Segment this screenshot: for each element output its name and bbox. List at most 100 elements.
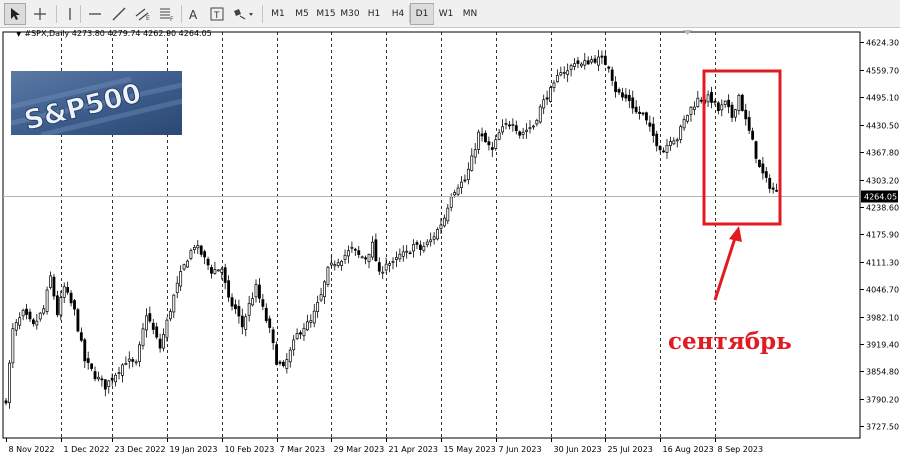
horizontal-line-icon[interactable] xyxy=(84,3,106,25)
candle-body xyxy=(93,371,97,380)
timeframe-button-m15[interactable]: M15 xyxy=(314,3,338,25)
candle-body xyxy=(145,315,148,331)
y-tick-label: 4624.30 xyxy=(866,39,899,48)
candle-body xyxy=(172,294,176,313)
candle-body xyxy=(734,109,737,118)
text-icon[interactable]: A xyxy=(183,3,205,25)
candle-body xyxy=(323,281,326,298)
candle-body xyxy=(412,244,415,252)
candle-body xyxy=(552,82,556,89)
candle-body xyxy=(134,361,138,364)
candle-body xyxy=(696,97,700,107)
y-tick-label: 3790.20 xyxy=(866,396,899,405)
candle-body xyxy=(377,262,381,272)
candle-body xyxy=(278,361,282,364)
x-tick-label: 29 Mar 2023 xyxy=(334,445,385,454)
timeframe-button-m30[interactable]: M30 xyxy=(338,3,362,25)
candle-body xyxy=(38,312,42,320)
svg-text:F: F xyxy=(170,16,174,21)
candle-body xyxy=(579,63,583,67)
candle-body xyxy=(525,129,528,132)
candle-body xyxy=(484,132,487,143)
candle-body xyxy=(268,318,272,328)
candle-body xyxy=(566,70,570,75)
timeframe-button-m5[interactable]: M5 xyxy=(290,3,314,25)
candle-body xyxy=(305,321,309,331)
candle-body xyxy=(706,94,710,103)
candle-body xyxy=(521,131,525,135)
candle-body xyxy=(764,171,768,178)
candle-body xyxy=(353,248,357,251)
candle-body xyxy=(182,264,186,270)
candle-body xyxy=(244,316,248,330)
x-tick-label: 8 Sep 2023 xyxy=(718,445,764,454)
text-label-icon[interactable]: T xyxy=(206,3,228,25)
equidistant-channel-icon[interactable]: E xyxy=(132,3,154,25)
candle-body xyxy=(117,372,121,374)
chart-area[interactable]: 8 Nov 2022 1 Dec 2022 23 Dec 2022 19 Jan 20… xyxy=(0,28,900,459)
timeframe-button-h4[interactable]: H4 xyxy=(386,3,410,25)
x-tick-label: 30 Jun 2023 xyxy=(554,445,602,454)
y-tick-label: 4111.30 xyxy=(866,259,899,268)
candle-body xyxy=(357,250,361,255)
candle-body xyxy=(192,246,196,250)
fibonacci-icon[interactable]: F xyxy=(156,3,178,25)
candle-body xyxy=(388,263,391,266)
y-tick-label: 4367.80 xyxy=(866,149,899,158)
candle-body xyxy=(52,276,56,297)
candle-body xyxy=(237,306,241,317)
candle-body xyxy=(679,126,683,140)
candle-body xyxy=(254,284,258,298)
shapes-icon[interactable] xyxy=(230,3,258,25)
candle-body xyxy=(14,322,18,331)
candle-body xyxy=(223,267,227,283)
candle-body xyxy=(165,319,169,338)
candle-body xyxy=(45,289,49,312)
candle-body xyxy=(103,379,107,390)
candle-body xyxy=(62,286,66,298)
candle-body xyxy=(302,327,306,337)
candle-body xyxy=(367,254,371,263)
trend-line-icon[interactable] xyxy=(108,3,130,25)
candle-body xyxy=(155,326,159,338)
candle-body xyxy=(593,58,597,63)
symbol-price-line: ▼ #SPX,Daily 4273.80 4279.74 4262.90 4264… xyxy=(16,29,212,38)
timeframe-button-w1[interactable]: W1 xyxy=(434,3,458,25)
candle-body xyxy=(655,133,659,147)
candle-body xyxy=(131,359,135,362)
candle-body xyxy=(487,141,491,146)
candle-body xyxy=(415,242,419,245)
candle-body xyxy=(761,163,765,174)
timeframe-button-h1[interactable]: H1 xyxy=(362,3,386,25)
candle-body xyxy=(66,287,70,293)
chart-menu-icon[interactable]: ▼ xyxy=(16,30,21,38)
candle-body xyxy=(497,132,501,140)
crosshair-icon[interactable] xyxy=(29,3,51,25)
candle-body xyxy=(162,334,165,349)
candle-body xyxy=(73,300,76,310)
y-tick-label: 4046.70 xyxy=(866,286,899,295)
timeframe-button-m1[interactable]: M1 xyxy=(266,3,290,25)
candle-body xyxy=(648,122,652,127)
timeframe-button-d1[interactable]: D1 xyxy=(410,3,434,25)
candle-body xyxy=(624,94,628,99)
candle-body xyxy=(275,344,278,365)
candle-body xyxy=(258,284,261,299)
candle-body xyxy=(473,149,477,158)
candle-body xyxy=(758,159,761,168)
candle-body xyxy=(675,139,679,142)
toolbar-separator xyxy=(56,5,57,23)
toolbar-separator xyxy=(80,5,81,23)
timeframe-button-mn[interactable]: MN xyxy=(458,3,482,25)
svg-text:A: A xyxy=(189,8,198,21)
annotation-arrow-shaft xyxy=(713,234,738,301)
candle-body xyxy=(545,97,549,100)
candle-body xyxy=(35,320,39,326)
candle-body xyxy=(141,328,145,347)
candle-body xyxy=(203,251,207,258)
cursor-icon[interactable] xyxy=(4,3,26,25)
sp500-logo: S&P500 xyxy=(10,71,183,138)
candle-body xyxy=(768,177,772,189)
candle-body xyxy=(614,81,618,93)
vertical-line-icon[interactable] xyxy=(59,3,81,25)
